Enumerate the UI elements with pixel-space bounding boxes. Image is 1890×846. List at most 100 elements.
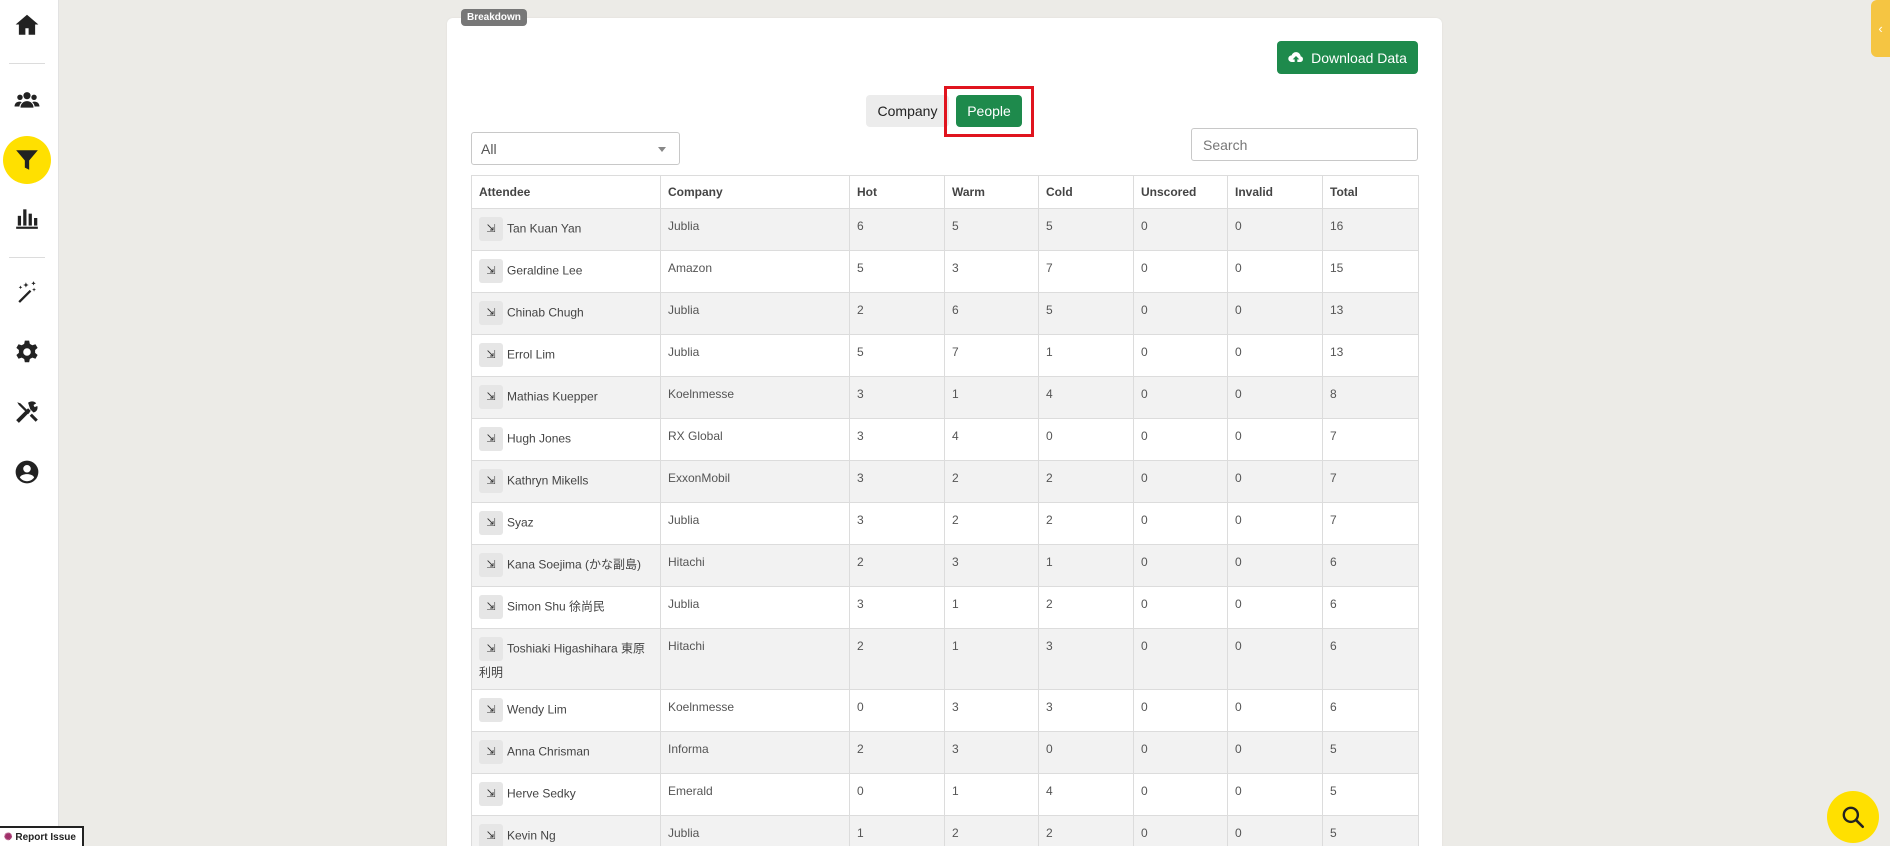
cell-warm: 1 — [944, 773, 1039, 816]
toggle-company-button[interactable]: Company — [866, 95, 949, 127]
attendee-name: Syaz — [507, 515, 534, 530]
cell-attendee: ⇲ Toshiaki Higashihara 東原利明 — [471, 628, 661, 690]
cell-hot: 0 — [849, 773, 945, 816]
cell-warm: 1 — [944, 376, 1039, 419]
cell-hot: 2 — [849, 292, 945, 335]
nav-analytics[interactable] — [0, 198, 53, 238]
nav-tools[interactable] — [0, 392, 53, 432]
cell-hot: 1 — [849, 815, 945, 846]
expand-row-icon[interactable]: ⇲ — [479, 637, 503, 661]
cell-company: Jublia — [660, 292, 850, 335]
cell-attendee: ⇲ Herve Sedky — [471, 773, 661, 816]
cell-cold: 2 — [1038, 586, 1134, 629]
header-cold[interactable]: Cold — [1038, 175, 1134, 209]
cell-attendee: ⇲ Kana Soejima (かな副島) — [471, 544, 661, 587]
cell-hot: 5 — [849, 334, 945, 377]
cell-cold: 3 — [1038, 689, 1134, 732]
report-issue-button[interactable]: ✺ Report Issue — [0, 826, 84, 846]
cell-warm: 2 — [944, 502, 1039, 545]
cell-attendee: ⇲ Simon Shu 徐尚民 — [471, 586, 661, 629]
expand-row-icon[interactable]: ⇲ — [479, 301, 503, 325]
cell-invalid: 0 — [1227, 731, 1323, 774]
header-invalid[interactable]: Invalid — [1227, 175, 1323, 209]
cell-total: 5 — [1322, 773, 1419, 816]
cell-invalid: 0 — [1227, 250, 1323, 293]
cell-hot: 3 — [849, 376, 945, 419]
header-attendee[interactable]: Attendee — [471, 175, 661, 209]
header-total[interactable]: Total — [1322, 175, 1419, 209]
cell-hot: 5 — [849, 250, 945, 293]
expand-row-icon[interactable]: ⇲ — [479, 553, 503, 577]
expand-row-icon[interactable]: ⇲ — [479, 740, 503, 764]
cell-warm: 3 — [944, 731, 1039, 774]
cell-attendee: ⇲ Hugh Jones — [471, 418, 661, 461]
header-unscored[interactable]: Unscored — [1133, 175, 1228, 209]
cell-cold: 2 — [1038, 460, 1134, 503]
expand-row-icon[interactable]: ⇲ — [479, 511, 503, 535]
expand-row-icon[interactable]: ⇲ — [479, 427, 503, 451]
expand-row-icon[interactable]: ⇲ — [479, 385, 503, 409]
nav-home[interactable] — [0, 5, 53, 45]
cell-warm: 3 — [944, 689, 1039, 732]
expand-row-icon[interactable]: ⇲ — [479, 782, 503, 806]
header-warm[interactable]: Warm — [944, 175, 1039, 209]
cell-invalid: 0 — [1227, 334, 1323, 377]
cell-unscored: 0 — [1133, 418, 1228, 461]
cell-hot: 2 — [849, 544, 945, 587]
expand-row-icon[interactable]: ⇲ — [479, 824, 503, 846]
expand-row-icon[interactable]: ⇲ — [479, 469, 503, 493]
expand-row-icon[interactable]: ⇲ — [479, 343, 503, 367]
table-row: ⇲ Kevin Ng Jublia 1 2 2 0 0 5 — [471, 815, 1419, 846]
cell-company: Jublia — [660, 208, 850, 251]
cell-hot: 3 — [849, 460, 945, 503]
cell-unscored: 0 — [1133, 460, 1228, 503]
cell-unscored: 0 — [1133, 689, 1228, 732]
report-issue-label: Report Issue — [15, 831, 76, 843]
header-company[interactable]: Company — [660, 175, 850, 209]
magic-wand-icon — [17, 281, 36, 303]
cell-attendee: ⇲ Wendy Lim — [471, 689, 661, 732]
nav-filter[interactable] — [0, 136, 53, 184]
cell-cold: 5 — [1038, 208, 1134, 251]
attendee-name: Hugh Jones — [507, 431, 572, 446]
cell-hot: 0 — [849, 689, 945, 732]
filter-select[interactable]: All — [471, 132, 680, 165]
nav-users[interactable] — [0, 80, 53, 120]
table-row: ⇲ Simon Shu 徐尚民 Jublia 3 1 2 0 0 6 — [471, 586, 1419, 629]
cell-warm: 3 — [944, 544, 1039, 587]
expand-row-icon[interactable]: ⇲ — [479, 259, 503, 283]
nav-settings[interactable] — [0, 332, 53, 372]
table-row: ⇲ Toshiaki Higashihara 東原利明 Hitachi 2 1 3 0 0 6 — [471, 628, 1419, 690]
expand-row-icon[interactable]: ⇲ — [479, 698, 503, 722]
expand-row-icon[interactable]: ⇲ — [479, 595, 503, 619]
attendee-name: Chinab Chugh — [507, 305, 584, 320]
nav-magic[interactable] — [0, 272, 53, 312]
cell-warm: 3 — [944, 250, 1039, 293]
cell-warm: 5 — [944, 208, 1039, 251]
cell-invalid: 0 — [1227, 292, 1323, 335]
cell-attendee: ⇲ Syaz — [471, 502, 661, 545]
side-panel-tab[interactable]: ‹ — [1871, 0, 1890, 57]
cell-total: 5 — [1322, 731, 1419, 774]
expand-row-icon[interactable]: ⇲ — [479, 217, 503, 241]
cell-invalid: 0 — [1227, 460, 1323, 503]
nav-profile[interactable] — [0, 452, 53, 492]
cell-cold: 4 — [1038, 773, 1134, 816]
download-data-button[interactable]: Download Data — [1277, 41, 1418, 74]
breakdown-table: Attendee Company Hot Warm Cold Unscored … — [471, 175, 1419, 846]
breakdown-table-container: Attendee Company Hot Warm Cold Unscored … — [471, 175, 1419, 846]
floating-search-button[interactable] — [1827, 791, 1879, 843]
search-input[interactable] — [1191, 128, 1418, 161]
filter-icon — [15, 150, 38, 170]
cell-unscored: 0 — [1133, 544, 1228, 587]
cell-attendee: ⇲ Mathias Kuepper — [471, 376, 661, 419]
table-row: ⇲ Geraldine Lee Amazon 5 3 7 0 0 15 — [471, 250, 1419, 293]
cell-hot: 3 — [849, 418, 945, 461]
cell-warm: 4 — [944, 418, 1039, 461]
cell-total: 8 — [1322, 376, 1419, 419]
attendee-name: Herve Sedky — [507, 786, 576, 801]
cell-invalid: 0 — [1227, 689, 1323, 732]
cell-unscored: 0 — [1133, 815, 1228, 846]
cell-hot: 6 — [849, 208, 945, 251]
header-hot[interactable]: Hot — [849, 175, 945, 209]
